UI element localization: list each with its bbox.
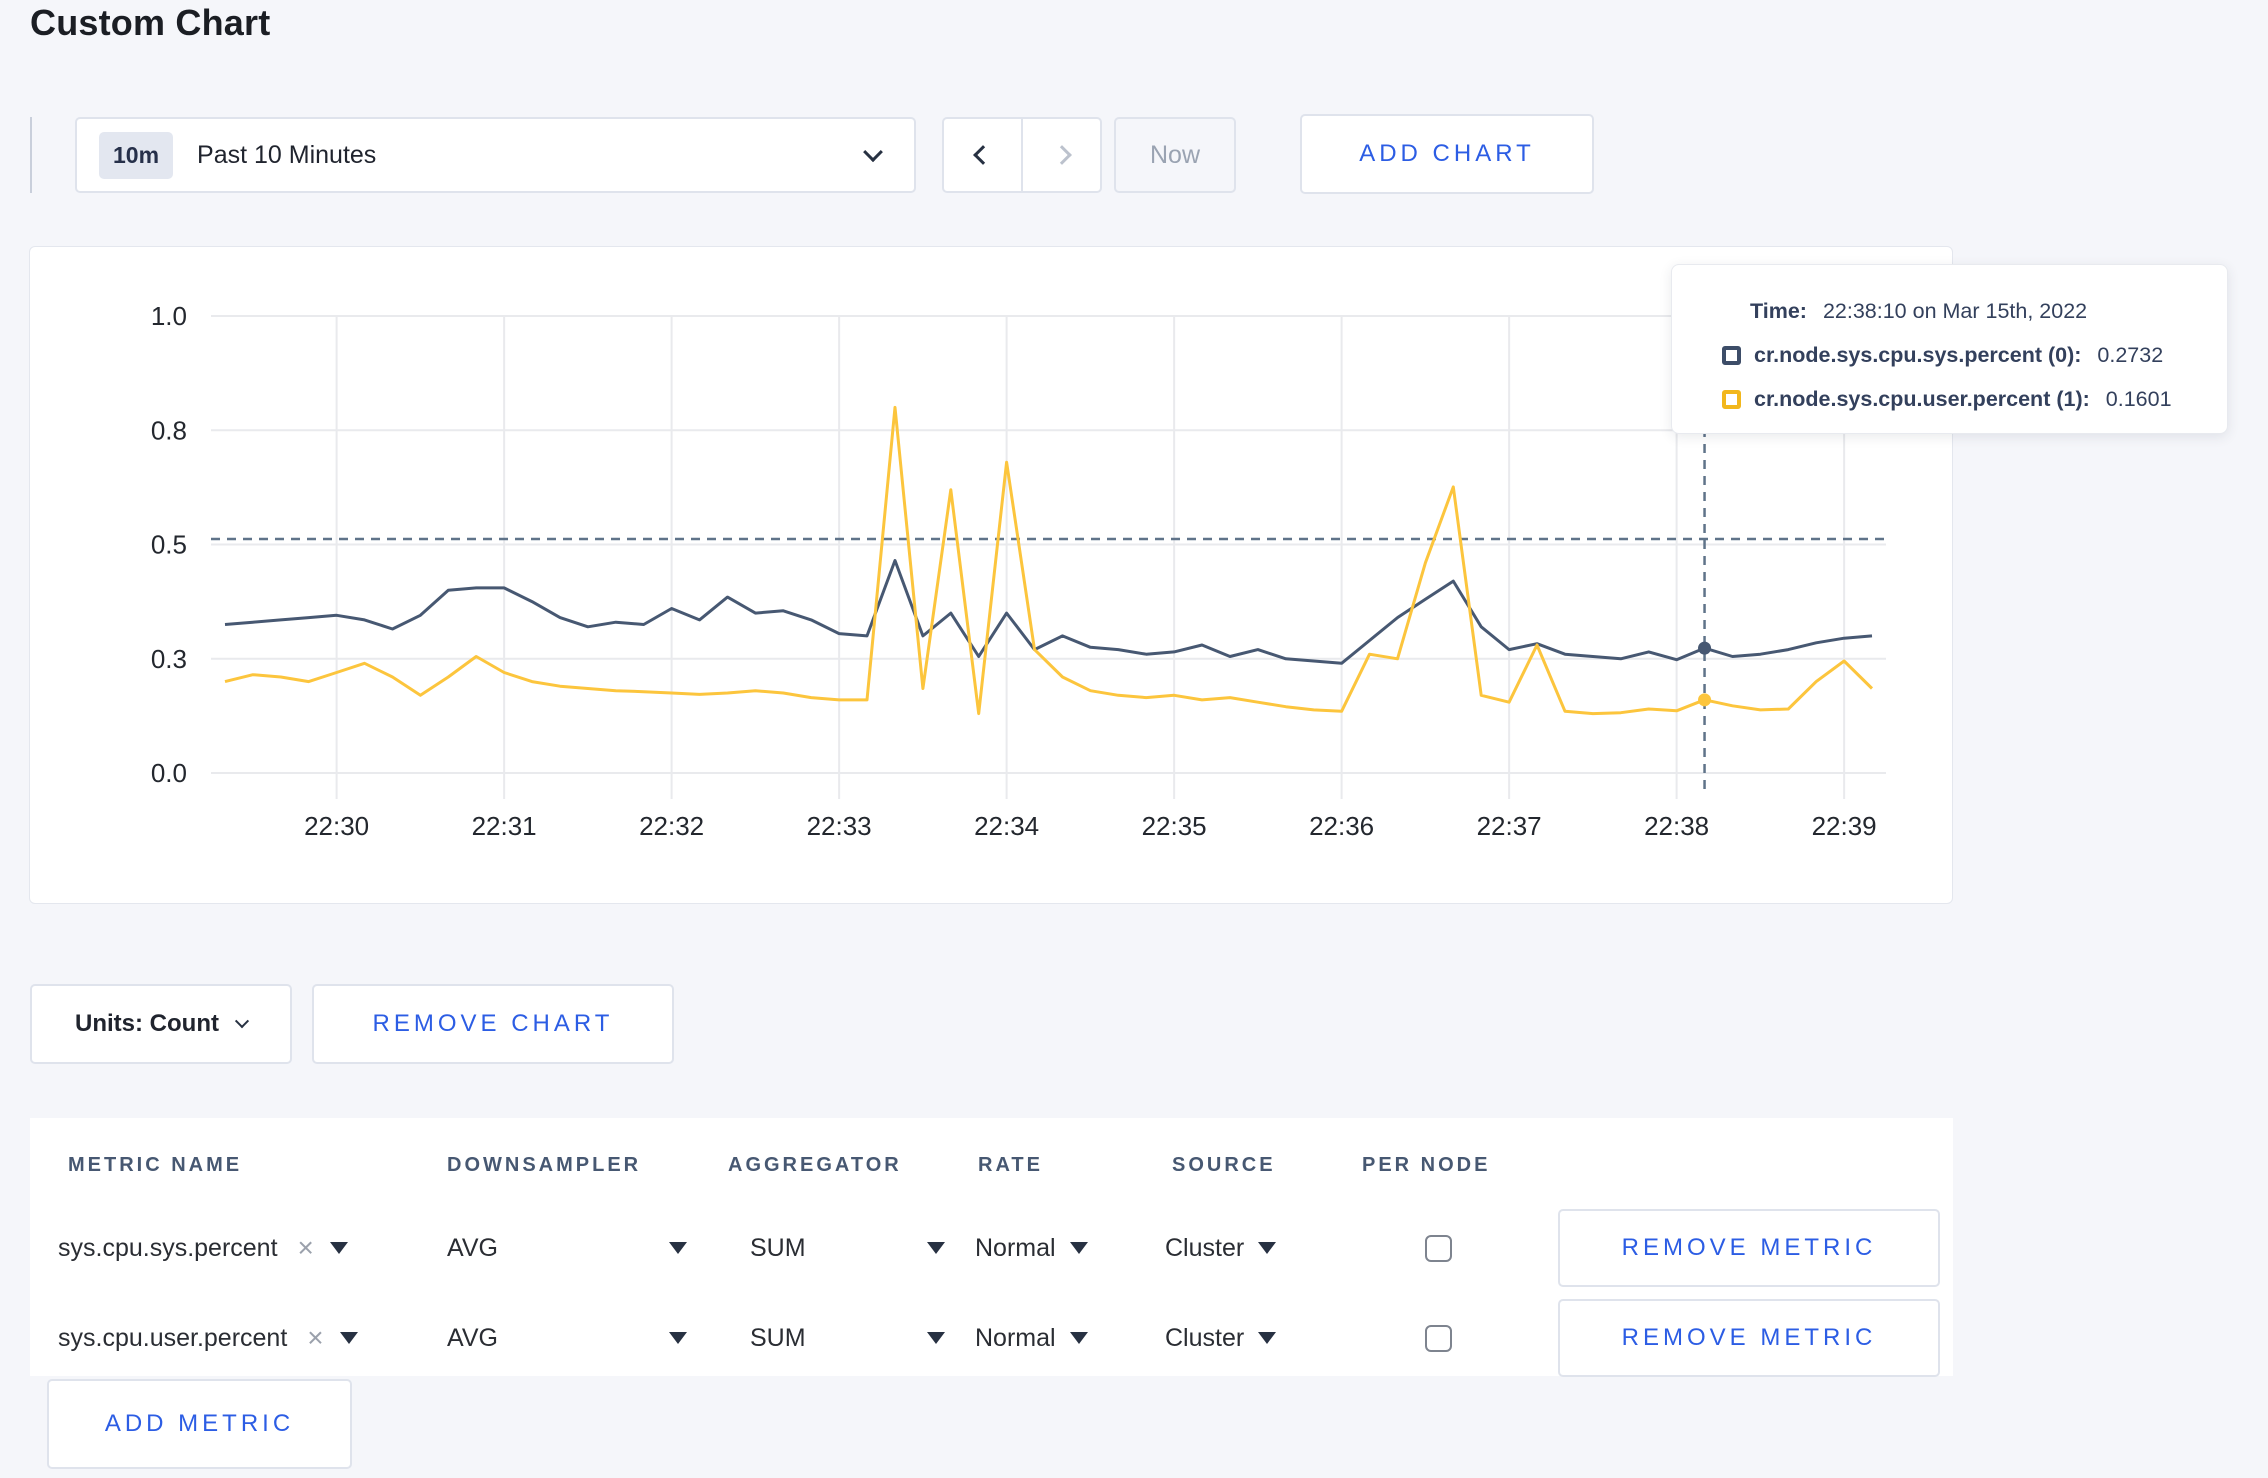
metric-name-value: sys.cpu.sys.percent — [58, 1233, 278, 1262]
remove-metric-button[interactable]: REMOVE METRIC — [1558, 1299, 1940, 1377]
col-header-aggregator: AGGREGATOR — [728, 1154, 902, 1176]
metric-row: sys.cpu.sys.percent × AVG SUM Normal Clu… — [30, 1204, 1953, 1292]
per-node-checkbox[interactable] — [1425, 1234, 1452, 1262]
time-nav-group — [942, 117, 1102, 193]
source-select[interactable]: Cluster — [1165, 1294, 1277, 1382]
svg-text:0.0: 0.0 — [151, 758, 187, 788]
dropdown-arrow-icon — [927, 1242, 945, 1254]
downsampler-select[interactable]: AVG — [447, 1204, 687, 1292]
rate-value: Normal — [975, 1233, 1056, 1262]
svg-text:0.3: 0.3 — [151, 644, 187, 674]
dropdown-arrow-icon — [329, 1242, 348, 1254]
metrics-table: METRIC NAME DOWNSAMPLER AGGREGATOR RATE … — [30, 1118, 1953, 1377]
source-select[interactable]: Cluster — [1165, 1204, 1277, 1292]
metric-name-select[interactable]: sys.cpu.sys.percent × — [58, 1204, 348, 1292]
toolbar-divider — [30, 117, 32, 193]
now-button[interactable]: Now — [1114, 117, 1236, 193]
tooltip-sys-value: 0.2732 — [2097, 342, 2164, 367]
dropdown-arrow-icon — [339, 1332, 358, 1344]
tooltip-time-label: Time: — [1750, 298, 1807, 323]
metric-row: sys.cpu.user.percent × AVG SUM Normal Cl… — [30, 1294, 1953, 1382]
time-range-badge: 10m — [99, 131, 174, 179]
chevron-down-icon — [863, 142, 883, 163]
dropdown-arrow-icon — [1258, 1332, 1277, 1344]
source-value: Cluster — [1165, 1233, 1245, 1262]
svg-text:22:39: 22:39 — [1812, 811, 1877, 841]
svg-text:22:32: 22:32 — [639, 811, 704, 841]
downsampler-value: AVG — [447, 1323, 498, 1352]
svg-text:22:37: 22:37 — [1477, 811, 1542, 841]
downsampler-value: AVG — [447, 1233, 498, 1262]
svg-text:22:34: 22:34 — [974, 811, 1039, 841]
time-forward-button[interactable] — [1021, 119, 1100, 191]
aggregator-select[interactable]: SUM — [750, 1294, 945, 1382]
tooltip-user-name: cr.node.sys.cpu.user.percent (1): — [1754, 386, 2090, 411]
col-header-downsampler: DOWNSAMPLER — [447, 1154, 642, 1176]
aggregator-select[interactable]: SUM — [750, 1204, 945, 1292]
svg-text:1.0: 1.0 — [151, 301, 187, 331]
chart-tooltip: Time: 22:38:10 on Mar 15th, 2022 cr.node… — [1671, 264, 2228, 434]
remove-metric-button[interactable]: REMOVE METRIC — [1558, 1209, 1940, 1287]
tooltip-time-row: Time: 22:38:10 on Mar 15th, 2022 — [1722, 289, 2227, 333]
downsampler-select[interactable]: AVG — [447, 1294, 687, 1382]
time-range-label: Past 10 Minutes — [197, 140, 377, 169]
sys-series-swatch-icon — [1722, 345, 1741, 365]
svg-text:22:30: 22:30 — [304, 811, 369, 841]
metric-name-select[interactable]: sys.cpu.user.percent × — [58, 1294, 358, 1382]
tooltip-user-value: 0.1601 — [2105, 386, 2172, 411]
units-label: Units: Count — [75, 1010, 219, 1037]
dropdown-arrow-icon — [927, 1332, 945, 1344]
dropdown-arrow-icon — [1258, 1242, 1277, 1254]
metric-name-value: sys.cpu.user.percent — [58, 1323, 288, 1352]
clear-metric-icon[interactable]: × — [298, 1234, 314, 1262]
dropdown-arrow-icon — [1069, 1242, 1088, 1254]
svg-text:0.5: 0.5 — [151, 530, 187, 560]
remove-chart-button[interactable]: REMOVE CHART — [312, 984, 674, 1064]
aggregator-value: SUM — [750, 1233, 806, 1262]
add-metric-button[interactable]: ADD METRIC — [47, 1379, 352, 1469]
per-node-checkbox[interactable] — [1425, 1324, 1452, 1352]
svg-text:22:33: 22:33 — [807, 811, 872, 841]
svg-text:22:38: 22:38 — [1644, 811, 1709, 841]
col-header-metric-name: METRIC NAME — [68, 1154, 243, 1176]
chart-card: 0.0 0.3 0.5 0.8 1.0 22:30 22:31 22:32 22:33 22:34… — [29, 246, 1953, 904]
col-header-per-node: PER NODE — [1362, 1154, 1491, 1176]
aggregator-value: SUM — [750, 1323, 806, 1352]
chevron-right-icon — [1051, 145, 1072, 165]
dropdown-arrow-icon — [1069, 1332, 1088, 1344]
page-title: Custom Chart — [30, 2, 271, 43]
tooltip-series-row: cr.node.sys.cpu.sys.percent (0): 0.2732 — [1722, 333, 2227, 377]
chevron-down-icon — [234, 1014, 250, 1029]
add-chart-button[interactable]: ADD CHART — [1300, 114, 1594, 194]
time-range-dropdown[interactable]: 10m Past 10 Minutes — [75, 117, 916, 193]
rate-select[interactable]: Normal — [975, 1294, 1088, 1382]
clear-metric-icon[interactable]: × — [307, 1324, 323, 1352]
col-header-source: SOURCE — [1172, 1154, 1276, 1176]
tooltip-sys-name: cr.node.sys.cpu.sys.percent (0): — [1754, 342, 2082, 367]
source-value: Cluster — [1165, 1323, 1245, 1352]
rate-select[interactable]: Normal — [975, 1204, 1088, 1292]
rate-value: Normal — [975, 1323, 1056, 1352]
units-dropdown[interactable]: Units: Count — [30, 984, 292, 1064]
user-series-swatch-icon — [1722, 389, 1741, 409]
svg-text:22:31: 22:31 — [472, 811, 537, 841]
chevron-left-icon — [972, 145, 993, 165]
col-header-rate: RATE — [978, 1154, 1043, 1176]
time-back-button[interactable] — [944, 119, 1021, 191]
cpu-line-chart[interactable]: 0.0 0.3 0.5 0.8 1.0 22:30 22:31 22:32 22:33 22:34… — [30, 247, 1954, 905]
svg-text:22:36: 22:36 — [1309, 811, 1374, 841]
tooltip-series-row: cr.node.sys.cpu.user.percent (1): 0.1601 — [1722, 377, 2227, 421]
dropdown-arrow-icon — [669, 1332, 687, 1344]
tooltip-time-value: 22:38:10 on Mar 15th, 2022 — [1822, 298, 2088, 323]
dropdown-arrow-icon — [669, 1242, 687, 1254]
metrics-table-header: METRIC NAME DOWNSAMPLER AGGREGATOR RATE … — [30, 1148, 1953, 1188]
svg-text:0.8: 0.8 — [151, 415, 187, 445]
svg-text:22:35: 22:35 — [1142, 811, 1207, 841]
